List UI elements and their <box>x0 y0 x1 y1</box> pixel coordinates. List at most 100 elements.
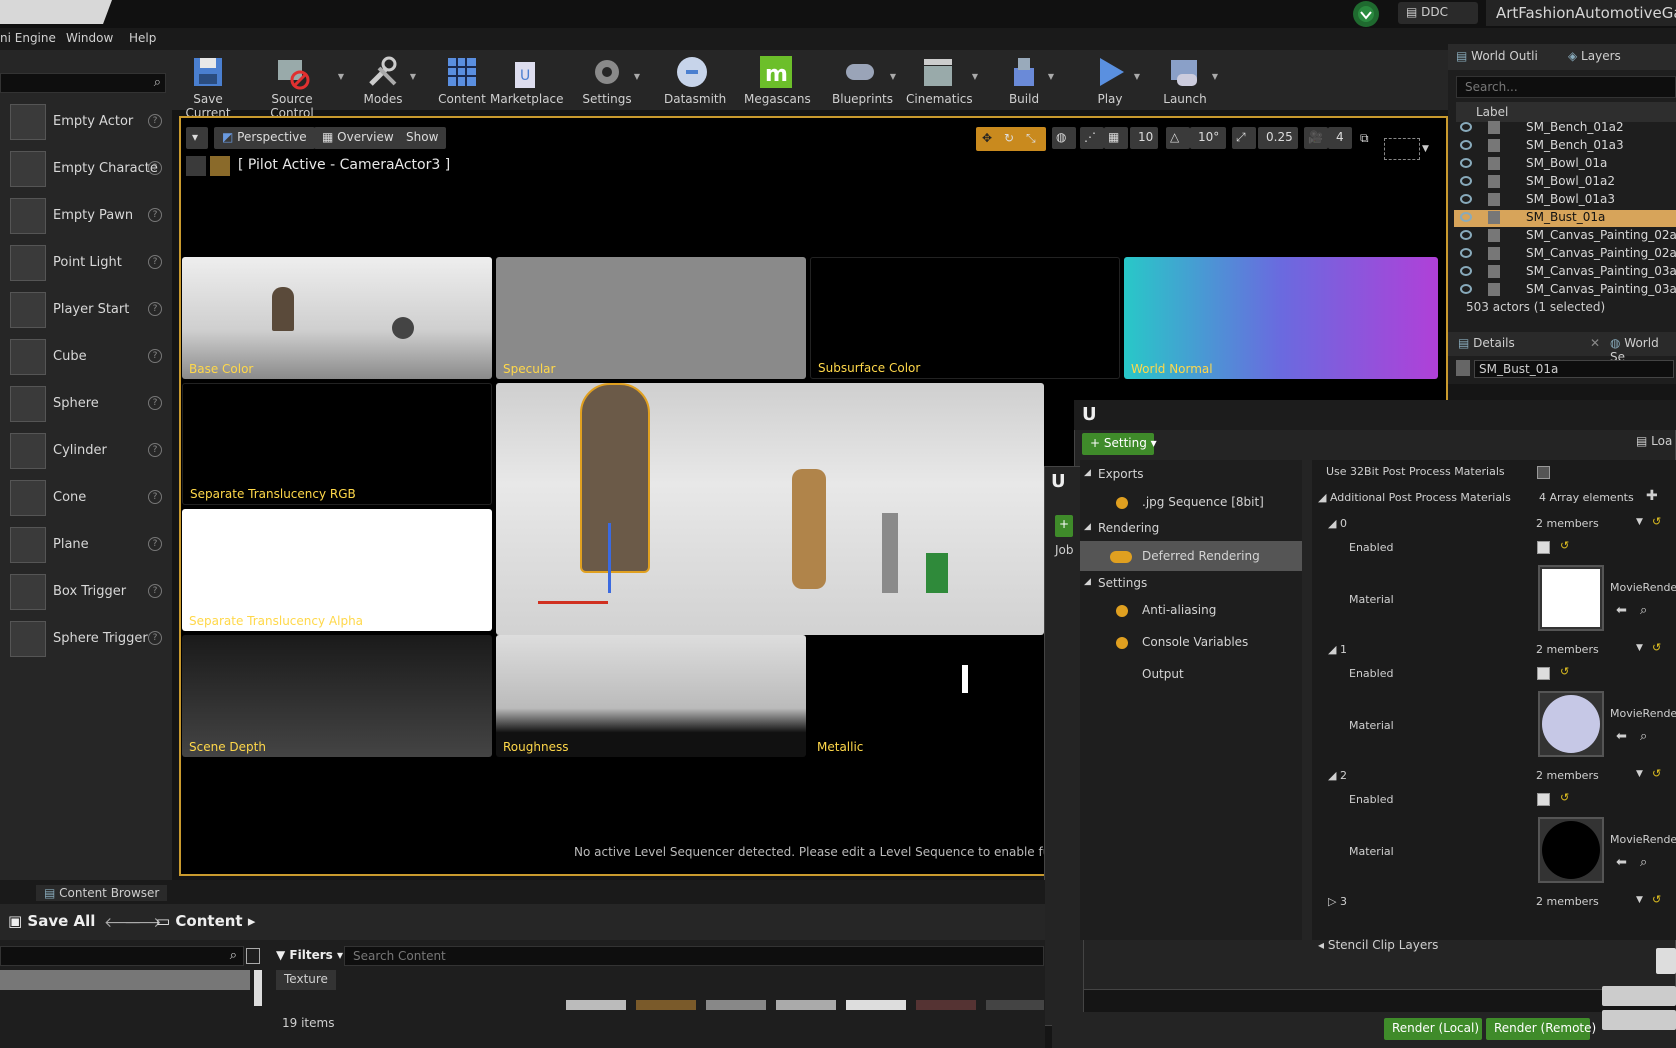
place-actor-item[interactable]: Cylinder? <box>10 431 165 471</box>
settings-tree-item[interactable]: .jpg Sequence [8bit] <box>1142 495 1264 509</box>
gizmo-z-axis[interactable] <box>608 523 611 593</box>
enabled-toggle-icon[interactable] <box>1116 497 1128 509</box>
outliner-row[interactable]: SM_Bowl_01a3 <box>1454 192 1676 209</box>
megascans-button[interactable]: m Megascans <box>744 50 811 110</box>
visibility-eye-icon[interactable] <box>1460 140 1472 150</box>
close-details-icon[interactable]: ✕ <box>1590 336 1600 350</box>
chevron-down-icon[interactable]: ▼ <box>1636 769 1643 779</box>
maximize-viewport-icon[interactable]: ⧉ <box>1360 131 1369 146</box>
grid-snap-icon[interactable]: ▦ <box>1104 127 1128 149</box>
expand-arrow-icon[interactable]: ◢ <box>1084 468 1091 478</box>
tab-details[interactable]: ▤ Details <box>1458 336 1515 350</box>
use-selected-arrow-icon[interactable]: ⬅ <box>1616 603 1627 618</box>
reset-arrow-icon[interactable]: ↺ <box>1652 515 1661 528</box>
rotate-icon[interactable]: ↻ <box>1004 131 1014 145</box>
save-all-button[interactable]: ▣ Save All <box>8 912 95 930</box>
rotation-snap-icon[interactable]: △ <box>1166 127 1190 149</box>
accept-button-partial[interactable] <box>1656 948 1676 974</box>
reset-arrow-icon[interactable]: ↺ <box>1652 893 1661 906</box>
scale-icon[interactable]: ⤡ <box>1026 131 1036 146</box>
content-search-input[interactable]: Search Content <box>344 946 1044 966</box>
outliner-label-header[interactable]: Label <box>1456 102 1676 122</box>
add-element-icon[interactable]: ✚ <box>1646 488 1658 504</box>
enabled-toggle-icon[interactable] <box>1116 637 1128 649</box>
scale-snap-icon[interactable]: ⤢ <box>1232 127 1256 149</box>
help-icon[interactable]: ? <box>148 114 162 128</box>
array-index-label[interactable]: ◢ 2 <box>1328 769 1347 782</box>
launch-button[interactable]: Launch ▼ <box>1160 50 1218 110</box>
material-thumbnail[interactable] <box>1538 565 1604 631</box>
place-actor-item[interactable]: Box Trigger? <box>10 572 165 612</box>
help-icon[interactable]: ? <box>148 631 162 645</box>
chevron-down-icon[interactable]: ▼ <box>1636 895 1643 905</box>
cinematics-button[interactable]: Cinematics ▼ <box>906 50 978 110</box>
enabled-toggle-icon[interactable] <box>1110 551 1132 563</box>
texture-filter-chip[interactable]: Texture <box>276 970 336 990</box>
camera-speed-value[interactable]: 4 <box>1328 127 1352 149</box>
place-actor-item[interactable]: Cube? <box>10 337 165 377</box>
visibility-eye-icon[interactable] <box>1460 122 1472 132</box>
datasmith-button[interactable]: Datasmith <box>664 50 726 110</box>
visibility-eye-icon[interactable] <box>1460 266 1472 276</box>
use-selected-arrow-icon[interactable]: ⬅ <box>1616 729 1627 744</box>
world-local-icon[interactable]: ◍ <box>1052 127 1076 149</box>
place-actor-item[interactable]: Plane? <box>10 525 165 565</box>
array-index-label[interactable]: ◢ 1 <box>1328 643 1347 656</box>
enabled-checkbox[interactable] <box>1537 793 1550 806</box>
outliner-row[interactable]: SM_Bowl_01a2 <box>1454 174 1676 191</box>
outliner-row[interactable]: SM_Bench_01a3 <box>1454 138 1676 155</box>
help-icon[interactable]: ? <box>148 349 162 363</box>
visibility-eye-icon[interactable] <box>1460 212 1472 222</box>
layout-icon[interactable] <box>1384 138 1420 160</box>
menu-window[interactable]: Window <box>66 31 113 45</box>
visibility-eye-icon[interactable] <box>1460 248 1472 258</box>
pilot-eject-icon[interactable] <box>186 156 206 176</box>
enabled-toggle-icon[interactable] <box>1116 605 1128 617</box>
reset-arrow-icon[interactable]: ↺ <box>1560 791 1569 804</box>
enabled-checkbox[interactable] <box>1537 667 1550 680</box>
translate-icon[interactable]: ✥ <box>982 131 992 145</box>
help-icon[interactable]: ? <box>148 490 162 504</box>
executor-dropdown-1[interactable] <box>1602 986 1676 1006</box>
outliner-row[interactable]: SM_Bowl_01a <box>1454 156 1676 173</box>
place-actor-item[interactable]: Sphere Trigger? <box>10 619 165 659</box>
place-actor-item[interactable]: Empty Pawn? <box>10 196 165 236</box>
chevron-down-icon[interactable]: ▼ <box>1636 643 1643 653</box>
play-button[interactable]: Play ▼ <box>1088 50 1140 110</box>
camera-speed-icon[interactable]: 🎥 <box>1304 127 1328 149</box>
outliner-row[interactable]: SM_Canvas_Painting_03a2 <box>1454 282 1676 299</box>
chevron-down-icon[interactable]: ▼ <box>1636 517 1643 527</box>
place-actor-item[interactable]: Player Start? <box>10 290 165 330</box>
place-actor-item[interactable]: Point Light? <box>10 243 165 283</box>
settings-tree-item[interactable]: Exports <box>1098 467 1144 481</box>
place-actor-item[interactable]: Empty Actor? <box>10 102 165 142</box>
help-icon[interactable]: ? <box>148 537 162 551</box>
expand-arrow-icon[interactable]: ◢ <box>1084 522 1091 532</box>
outliner-search-input[interactable]: Search... <box>1456 76 1676 98</box>
grid-snap-value[interactable]: 10 <box>1130 127 1158 149</box>
marketplace-button[interactable]: U Marketplace <box>490 50 564 110</box>
tab-content-browser[interactable]: ▤ Content Browser <box>36 885 168 901</box>
reset-arrow-icon[interactable]: ↺ <box>1560 665 1569 678</box>
expand-arrow-icon[interactable]: ◢ <box>1084 577 1091 587</box>
browse-search-icon[interactable]: ⌕ <box>1640 603 1647 618</box>
material-asset-name[interactable]: MovieRende <box>1610 833 1676 846</box>
blueprints-button[interactable]: Blueprints ▼ <box>832 50 896 110</box>
reset-arrow-icon[interactable]: ↺ <box>1560 539 1569 552</box>
help-icon[interactable]: ? <box>148 443 162 457</box>
settings-tree-item[interactable]: Output <box>1142 667 1184 681</box>
gizmo-x-axis[interactable] <box>538 601 608 604</box>
settings-tree-item[interactable]: Anti-aliasing <box>1142 603 1216 617</box>
scene-render[interactable] <box>496 383 1044 635</box>
save-current-button[interactable]: Save Current <box>172 50 244 120</box>
place-actor-item[interactable]: Cone? <box>10 478 165 518</box>
pilot-camera-icon[interactable] <box>210 156 230 176</box>
load-preset-button[interactable]: ▤ Loa <box>1636 434 1672 448</box>
folder-search-input[interactable]: ⌕ <box>0 946 244 966</box>
transform-tools[interactable]: ✥ ↻ ⤡ <box>976 127 1046 151</box>
modes-button[interactable]: Modes ▼ <box>358 50 416 110</box>
tab-layers[interactable]: ◈ Layers <box>1568 49 1621 63</box>
visibility-eye-icon[interactable] <box>1460 176 1472 186</box>
view-options-icon[interactable] <box>246 948 260 964</box>
tab-world-outliner[interactable]: ▤ World Outli <box>1456 49 1538 63</box>
